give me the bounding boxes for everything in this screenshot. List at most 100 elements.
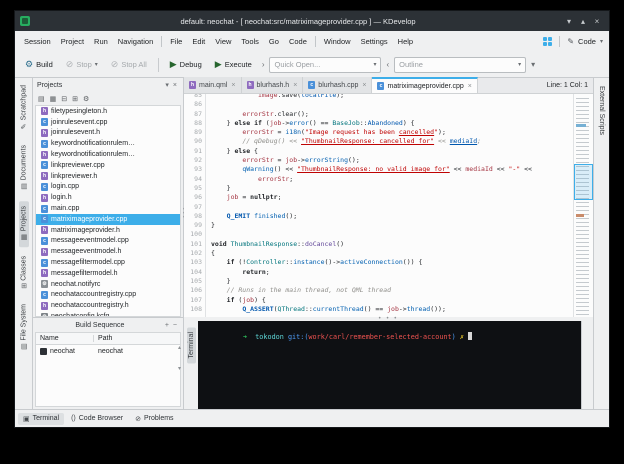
tree-item[interactable]: cmessageeventmodel.cpp (36, 236, 180, 247)
panel-close-icon[interactable]: × (171, 82, 179, 89)
stop-all-button[interactable]: ⊘Stop All (106, 57, 152, 72)
dock-tab-documents[interactable]: ▤Documents (19, 140, 29, 196)
tree-item[interactable]: hfiletypesingleton.h (36, 106, 180, 117)
jump-back-icon[interactable]: ‹ (384, 60, 391, 69)
area-switcher-icon[interactable] (543, 37, 552, 46)
build-sequence-table[interactable]: Name Path neochatneochat (35, 332, 181, 407)
close-tab-icon[interactable]: × (231, 82, 235, 89)
menu-tools[interactable]: Tools (236, 35, 264, 48)
tree-item-label: filetypesingleton.h (51, 108, 107, 115)
menu-view[interactable]: View (210, 35, 236, 48)
statusbar-label: Terminal (33, 415, 59, 422)
build-button[interactable]: ⚙Build (20, 57, 58, 72)
debug-button[interactable]: ▶Debug (165, 57, 207, 72)
expand-all-icon[interactable]: ⊞ (72, 95, 78, 103)
folder-view-icon[interactable]: ▦ (50, 95, 57, 103)
chevron-down-icon[interactable]: ▾ (600, 38, 603, 45)
code-lines[interactable]: image.save(localFile); errorStr.clear();… (207, 94, 572, 317)
jump-forward-icon[interactable]: › (260, 60, 267, 69)
editor-tab-main-qml[interactable]: hmain.qml× (184, 77, 242, 93)
code-editor[interactable]: 8586878889909192939495969798991001011021… (184, 94, 593, 317)
line-number: 89 (184, 128, 202, 137)
terminal-screen[interactable]: ➜ tokodon git:(work/carl/remember-select… (198, 321, 581, 409)
tree-item[interactable]: hmessagefiltermodel.h (36, 268, 180, 279)
line-number: 104 (184, 268, 202, 277)
line-number: 86 (184, 100, 202, 109)
menu-window[interactable]: Window (319, 35, 356, 48)
close-button[interactable]: × (590, 17, 604, 26)
minimize-button[interactable]: ▾ (562, 17, 576, 26)
tree-item[interactable]: hneochataccountregistry.h (36, 300, 180, 311)
toolbar-overflow-icon[interactable]: ▾ (529, 60, 537, 69)
editor-tab-blurhash-h[interactable]: hblurhash.h× (242, 77, 304, 93)
settings-icon[interactable]: ⚙ (83, 95, 89, 103)
menu-edit[interactable]: Edit (187, 35, 210, 48)
dock-tab-projects[interactable]: ▦Projects (19, 201, 29, 247)
outline-input[interactable]: Outline▾ (394, 57, 526, 73)
tree-item[interactable]: cjoinrulesevent.cpp (36, 117, 180, 128)
remove-icon[interactable]: − (171, 322, 179, 329)
minimap-scrollbar[interactable] (573, 94, 593, 317)
close-tab-icon[interactable]: × (293, 82, 297, 89)
statusbar-terminal-button[interactable]: ▣Terminal (18, 413, 64, 425)
menu-help[interactable]: Help (393, 35, 418, 48)
dock-tab-file-system[interactable]: ▥File System (19, 299, 29, 357)
tree-item[interactable]: cmessagefiltermodel.cpp (36, 257, 180, 268)
tree-item[interactable]: ⚙neochat.notifyrc (36, 279, 180, 290)
tree-item[interactable]: cmatriximageprovider.cpp (36, 214, 180, 225)
debug-icon: ▶ (170, 60, 177, 69)
tree-item[interactable]: ckeywordnotificationrulem… (36, 138, 180, 149)
scroll-down-icon: ▾ (178, 365, 181, 372)
tree-item[interactable]: hjoinrulesevent.h (36, 128, 180, 139)
tree-mode-icon[interactable]: ▤ (38, 95, 45, 103)
tree-item[interactable]: cneochataccountregistry.cpp (36, 290, 180, 301)
titlebar[interactable]: default: neochat - [ neochat:src/matrixi… (15, 11, 609, 31)
add-icon[interactable]: + (163, 322, 171, 329)
execute-button[interactable]: ▶Execute (210, 57, 257, 72)
project-file-tree[interactable]: hfiletypesingleton.hcjoinrulesevent.cpph… (35, 105, 181, 317)
tree-item[interactable]: hmatriximageprovider.h (36, 225, 180, 236)
menu-code[interactable]: Code (284, 35, 312, 48)
stop-button[interactable]: ⊘Stop▾ (61, 57, 103, 72)
build-sequence-row[interactable]: neochatneochat (36, 345, 180, 357)
cpp-file-icon: c (41, 140, 48, 148)
menu-run[interactable]: Run (89, 35, 113, 48)
terminal-scrollbar[interactable] (581, 321, 593, 409)
tree-item[interactable]: hlogin.h (36, 192, 180, 203)
menu-file[interactable]: File (165, 35, 187, 48)
terminal-tab[interactable]: Terminal (187, 327, 196, 363)
dock-tab-external-scripts[interactable]: External Scripts (597, 82, 606, 139)
tree-item[interactable]: hmessageeventmodel.h (36, 246, 180, 257)
code-line: errorStr; (211, 175, 572, 184)
area-code-button[interactable]: Code (578, 37, 596, 46)
tree-item[interactable]: hkeywordnotificationrulem… (36, 149, 180, 160)
tree-item[interactable]: clinkpreviewer.cpp (36, 160, 180, 171)
tree-item-label: login.cpp (51, 183, 79, 190)
editor-tabs: hmain.qml×hblurhash.h×cblurhash.cpp×cmat… (184, 78, 478, 93)
statusbar-code-browser-button[interactable]: ()Code Browser (66, 413, 128, 424)
dock-tab-scratchpad[interactable]: ✎Scratchpad (19, 80, 29, 136)
statusbar-problems-button[interactable]: ⊘Problems (130, 413, 178, 425)
editor-tab-blurhash-cpp[interactable]: cblurhash.cpp× (303, 77, 372, 93)
build-row-name-label: neochat (50, 348, 75, 355)
editor-tab-label: matriximageprovider.cpp (387, 83, 463, 90)
h-file-icon: h (41, 107, 48, 115)
menu-go[interactable]: Go (264, 35, 284, 48)
close-tab-icon[interactable]: × (362, 82, 366, 89)
panel-menu-icon[interactable]: ▾ (163, 81, 171, 89)
scroll-arrows[interactable]: ▴▾ (178, 344, 181, 372)
collapse-all-icon[interactable]: ⊟ (61, 95, 67, 103)
menu-settings[interactable]: Settings (356, 35, 393, 48)
close-tab-icon[interactable]: × (468, 83, 472, 90)
menu-session[interactable]: Session (19, 35, 56, 48)
tree-item[interactable]: clogin.cpp (36, 182, 180, 193)
menu-navigation[interactable]: Navigation (113, 35, 158, 48)
dock-tab-classes[interactable]: ⊞Classes (19, 251, 29, 295)
tree-item[interactable]: hlinkpreviewer.h (36, 171, 180, 182)
menu-project[interactable]: Project (56, 35, 89, 48)
tree-item[interactable]: cmain.cpp (36, 203, 180, 214)
maximize-button[interactable]: ▴ (576, 17, 590, 26)
minimap-viewport[interactable] (574, 164, 593, 200)
quick-open-input[interactable]: Quick Open...▾ (269, 57, 381, 73)
editor-tab-matriximageprovider-cpp[interactable]: cmatriximageprovider.cpp× (372, 77, 477, 93)
